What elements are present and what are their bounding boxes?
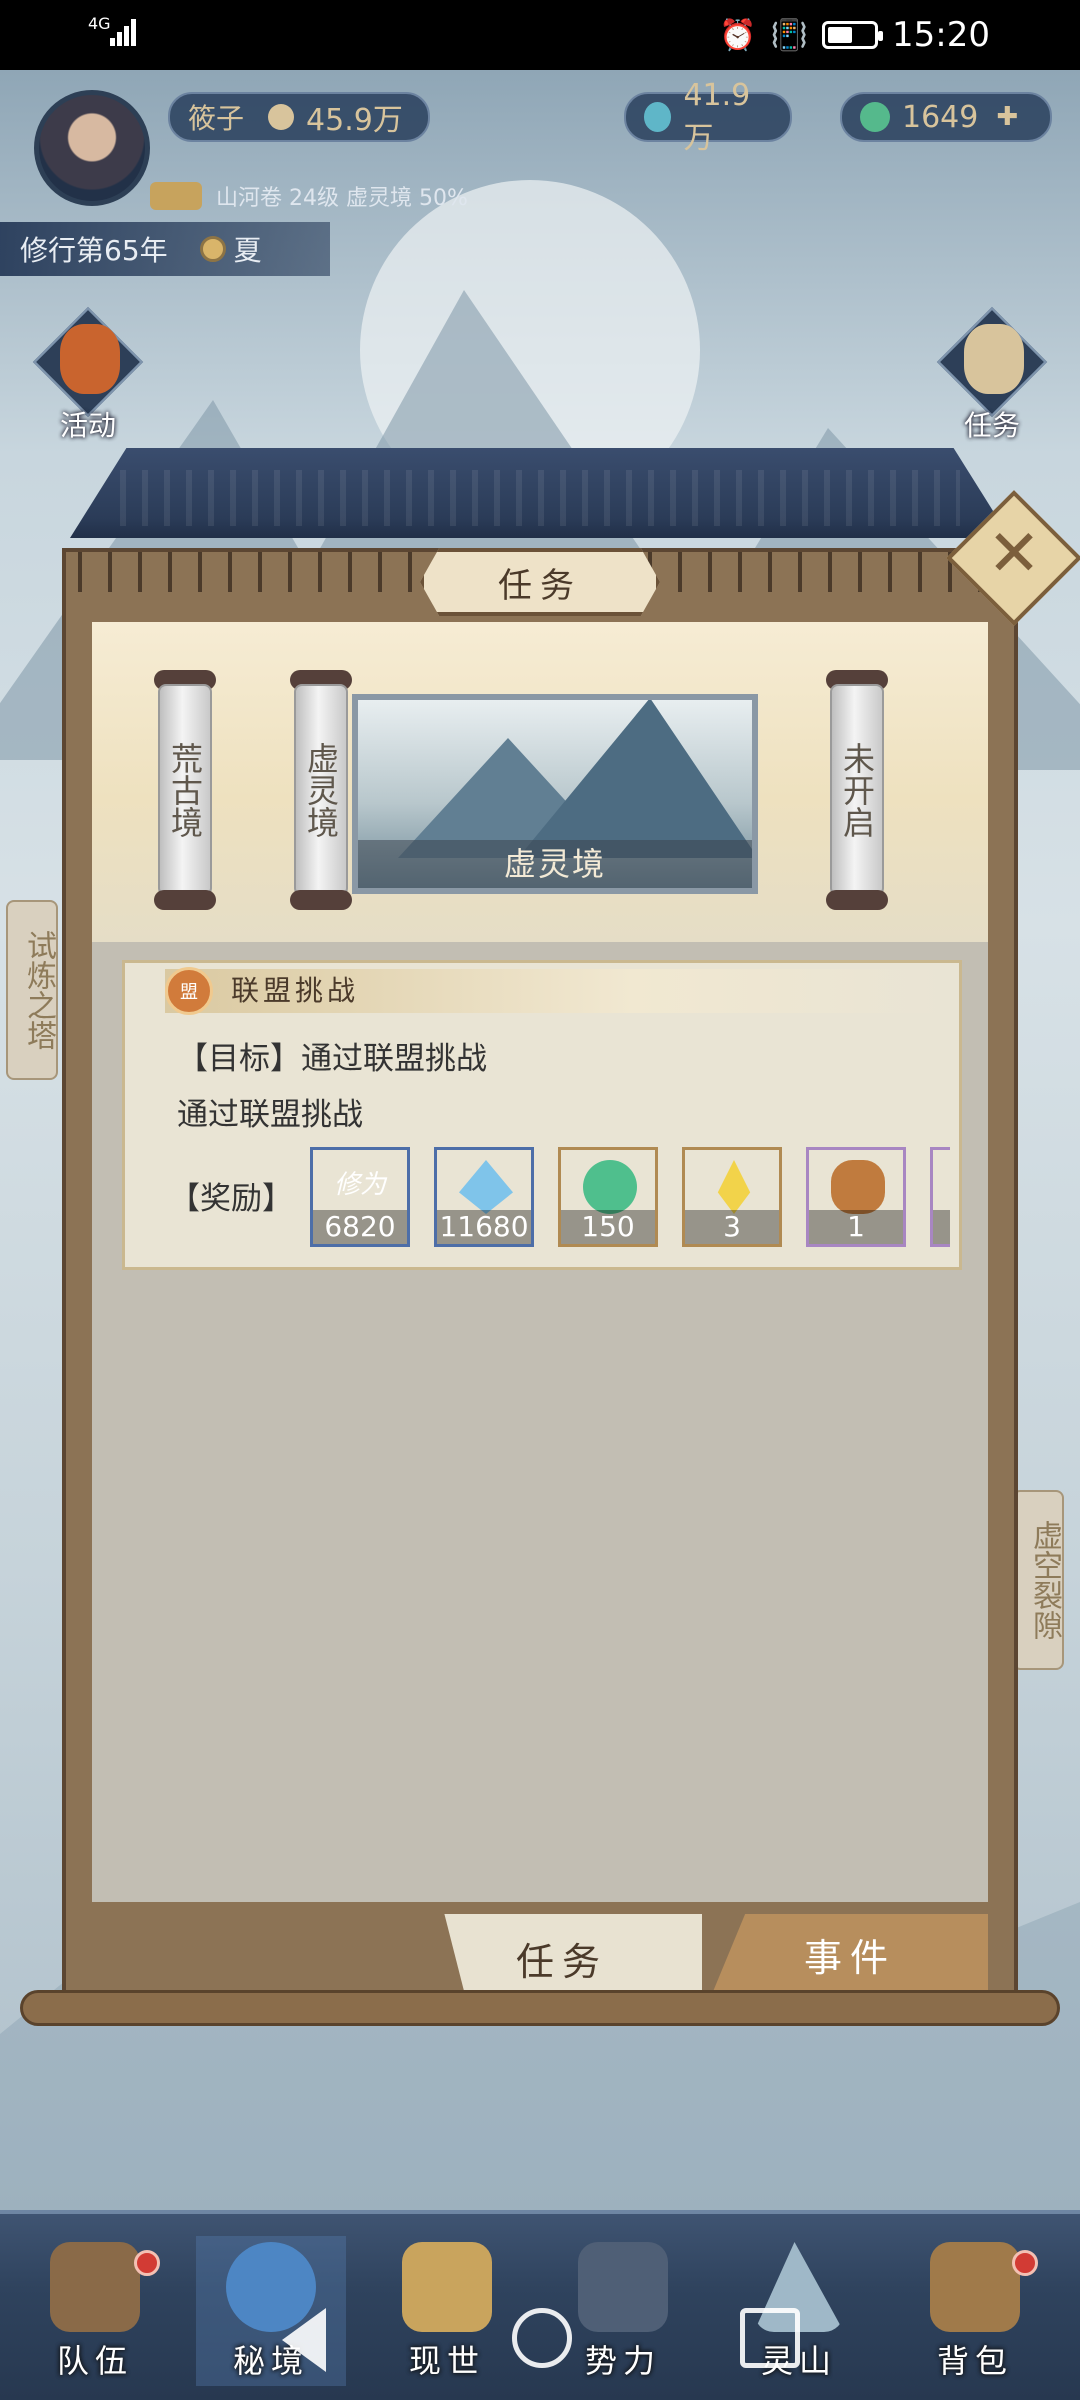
task-goal: 【目标】通过联盟挑战 [177, 1041, 487, 1077]
realm-info: 山河卷 24级 虚灵境 50% [150, 180, 468, 212]
season-icon [199, 236, 226, 262]
scroll-cap [826, 890, 888, 910]
vibrate-icon: 📳 [770, 17, 809, 53]
nav-present-world[interactable]: 现世 [372, 2236, 522, 2386]
activity-label: 活动 [59, 409, 116, 442]
player-name: 筱子 [188, 102, 245, 135]
realm-tab-1[interactable]: 虚灵境 [286, 670, 356, 910]
power-value: 45.9万 [306, 103, 403, 138]
vortex-icon [226, 2242, 316, 2332]
reward-item-flame-2[interactable]: 3 [930, 1147, 950, 1247]
task-description: 通过联盟挑战 [177, 1097, 363, 1133]
jade-icon [860, 102, 890, 132]
realm-tab-2[interactable]: 未开启 [822, 670, 892, 910]
reward-count: 11680 [437, 1210, 531, 1244]
nav-label: 队伍 [56, 2342, 133, 2380]
tab-events[interactable]: 事件 [712, 1914, 988, 1994]
reward-count: 6820 [313, 1210, 407, 1244]
notification-badge [134, 2250, 160, 2276]
player-power-bar: 筱子 45.9万 [168, 92, 430, 142]
scroll-bundle-icon [964, 324, 1024, 394]
roof-tiles [120, 470, 960, 526]
flame-icon [717, 1160, 751, 1214]
activity-button[interactable]: 活动 [28, 306, 148, 442]
network-type: 4G [88, 14, 111, 33]
reward-list: 修为 6820 11680 150 3 1 3 [310, 1147, 950, 1251]
nav-label: 灵山 [760, 2342, 837, 2380]
realm-tab-label: 虚灵境 [294, 684, 348, 896]
bottom-nav: 队伍 秘境 现世 势力 灵山 背包 [0, 2210, 1080, 2400]
void-rift-button[interactable]: 虚空裂隙 [1012, 1490, 1064, 1670]
modal-title: 任务 [420, 548, 660, 616]
reward-item-cultivation[interactable]: 修为 6820 [310, 1147, 410, 1247]
scroll-map-icon [402, 2242, 492, 2332]
jade-icon [583, 1160, 637, 1214]
cultivation-year-bar: 修行第65年 夏 [0, 222, 330, 276]
nav-spirit-mountain[interactable]: 灵山 [724, 2236, 874, 2386]
realm-line: 山河卷 24级 虚灵境 50% [216, 186, 468, 211]
scroll-cap [154, 890, 216, 910]
close-icon[interactable]: ✕ [966, 506, 1062, 602]
crystal-icon [459, 1160, 513, 1214]
reward-item-jade[interactable]: 150 [558, 1147, 658, 1247]
battery-icon [822, 21, 884, 49]
realm-tab-label: 荒古境 [158, 684, 212, 896]
nav-faction[interactable]: 势力 [548, 2236, 698, 2386]
nav-label: 秘境 [232, 2342, 309, 2380]
signal-icon [110, 18, 140, 46]
alliance-task-icon: 盟 [165, 967, 213, 1015]
task-card[interactable]: 联盟挑战 盟 【目标】通过联盟挑战 通过联盟挑战 【奖励】 修为 6820 11… [122, 960, 962, 1270]
scroll-cap [290, 890, 352, 910]
nav-backpack[interactable]: 背包 [900, 2236, 1050, 2386]
crystal-icon [644, 102, 672, 132]
task-side-button[interactable]: 任务 [932, 306, 1052, 442]
realm-tab-label: 未开启 [830, 684, 884, 896]
jade-value: 1649 [902, 99, 979, 135]
nav-label: 背包 [936, 2342, 1013, 2380]
trial-tower-button[interactable]: 试炼之塔 [6, 900, 58, 1080]
power-icon [268, 104, 295, 130]
reward-label: 【奖励】 [169, 1181, 293, 1217]
reward-count: 3 [685, 1210, 779, 1244]
reward-item-crystal[interactable]: 11680 [434, 1147, 534, 1247]
realm-tab-0[interactable]: 荒古境 [150, 670, 220, 910]
status-bar: 4G ⏰ 📳 15:20 [0, 0, 1080, 70]
season: 夏 [233, 234, 262, 267]
nav-secret-realm[interactable]: 秘境 [196, 2236, 346, 2386]
add-currency-icon[interactable]: ✚ [996, 102, 1018, 132]
nav-label: 势力 [584, 2342, 661, 2380]
crystal-currency[interactable]: 41.9万 [624, 78, 792, 156]
task-side-label: 任务 [963, 409, 1020, 442]
modal-frame-base [20, 1990, 1060, 2026]
reward-item-flame[interactable]: 3 [682, 1147, 782, 1247]
realm-preview-caption: 虚灵境 [358, 840, 752, 888]
nav-label: 现世 [408, 2342, 485, 2380]
scroll-icon [150, 182, 202, 210]
backpack-icon [930, 2242, 1020, 2332]
reward-count: 3 [933, 1210, 950, 1244]
alarm-icon: ⏰ [719, 17, 757, 53]
reward-item-token[interactable]: 1 [806, 1147, 906, 1247]
clock: 15:20 [892, 15, 990, 55]
palace-icon [578, 2242, 668, 2332]
cultivation-year: 修行第65年 [20, 234, 168, 267]
realm-preview-image: 虚灵境 [352, 694, 758, 894]
token-icon [831, 1160, 885, 1214]
reward-name: 修为 [333, 1170, 386, 1200]
reward-count: 150 [561, 1210, 655, 1244]
jade-currency[interactable]: 1649 ✚ [840, 92, 1052, 142]
notification-badge [1012, 2250, 1038, 2276]
nav-team[interactable]: 队伍 [20, 2236, 170, 2386]
mountain [518, 700, 752, 858]
crystal-value: 41.9万 [683, 77, 751, 156]
task-title: 联盟挑战 [165, 969, 945, 1013]
tab-tasks[interactable]: 任务 [444, 1914, 702, 2002]
team-icon [50, 2242, 140, 2332]
mountain-icon [754, 2242, 844, 2332]
player-avatar[interactable] [34, 90, 150, 206]
lantern-icon [60, 324, 120, 394]
reward-count: 1 [809, 1210, 903, 1244]
